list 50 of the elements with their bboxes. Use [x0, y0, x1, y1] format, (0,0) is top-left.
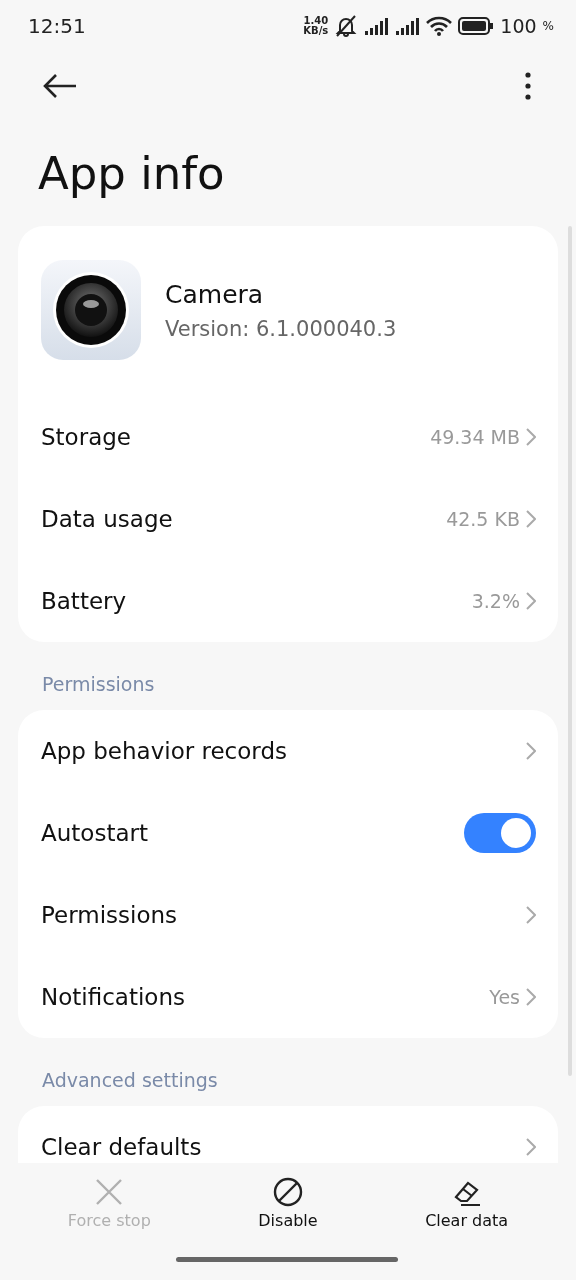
- battery-icon: [458, 16, 495, 36]
- app-name: Camera: [165, 279, 265, 309]
- section-header: Permissions: [41, 672, 156, 697]
- row-label: Permissions: [41, 902, 179, 928]
- settings-row[interactable]: Autostart: [18, 792, 558, 874]
- clock: 12:51: [28, 14, 87, 38]
- page-title: App info: [37, 146, 226, 202]
- row-value: 42.5 KB: [446, 508, 520, 530]
- row-label: Data usage: [41, 506, 174, 532]
- camera-app-icon: [41, 260, 141, 360]
- chevron-right-icon: [526, 592, 536, 610]
- settings-row[interactable]: Storage 49.34 MB: [18, 396, 558, 478]
- chevron-right-icon: [526, 742, 536, 760]
- back-arrow-icon: [42, 72, 78, 100]
- settings-row[interactable]: App behavior records: [18, 710, 558, 792]
- muted-bell-icon: [334, 15, 359, 37]
- battery-unit: %: [542, 19, 554, 33]
- battery-level: 100: [500, 15, 537, 37]
- wifi-icon: [426, 16, 453, 36]
- settings-row[interactable]: Data usage 42.5 KB: [18, 478, 558, 560]
- row-label: Clear defaults: [41, 1134, 203, 1160]
- settings-row[interactable]: Clear defaults: [18, 1106, 558, 1163]
- network-speed: 1.40: [303, 16, 329, 26]
- settings-row[interactable]: Notifications Yes: [18, 956, 558, 1038]
- row-value: 49.34 MB: [430, 426, 520, 448]
- settings-row[interactable]: Battery 3.2%: [18, 560, 558, 642]
- menu-icon: [524, 72, 532, 100]
- signal-icon: [364, 17, 390, 35]
- close-icon: [94, 1177, 125, 1207]
- row-label: Battery: [41, 588, 128, 614]
- row-label: Notifications: [41, 984, 186, 1010]
- chevron-right-icon: [526, 510, 536, 528]
- clear-data-button[interactable]: Clear data: [391, 1177, 542, 1230]
- prohibited-icon: [273, 1177, 303, 1207]
- row-label: App behavior records: [41, 738, 288, 764]
- row-value: 3.2%: [471, 590, 520, 612]
- speed-unit: KB/s: [303, 26, 329, 36]
- row-label: Autostart: [41, 820, 149, 846]
- chevron-right-icon: [526, 428, 536, 446]
- chevron-right-icon: [526, 1138, 536, 1156]
- chevron-right-icon: [526, 988, 536, 1006]
- settings-row[interactable]: Permissions: [18, 874, 558, 956]
- row-value: Yes: [489, 986, 520, 1008]
- chevron-right-icon: [526, 906, 536, 924]
- disable-button[interactable]: Disable: [213, 1177, 363, 1230]
- signal-icon: [395, 17, 421, 35]
- app-version: Version: 6.1.000040.3: [165, 316, 397, 341]
- section-header: Advanced settings: [41, 1068, 219, 1093]
- row-label: Storage: [41, 424, 132, 450]
- toggle-switch[interactable]: [464, 813, 536, 853]
